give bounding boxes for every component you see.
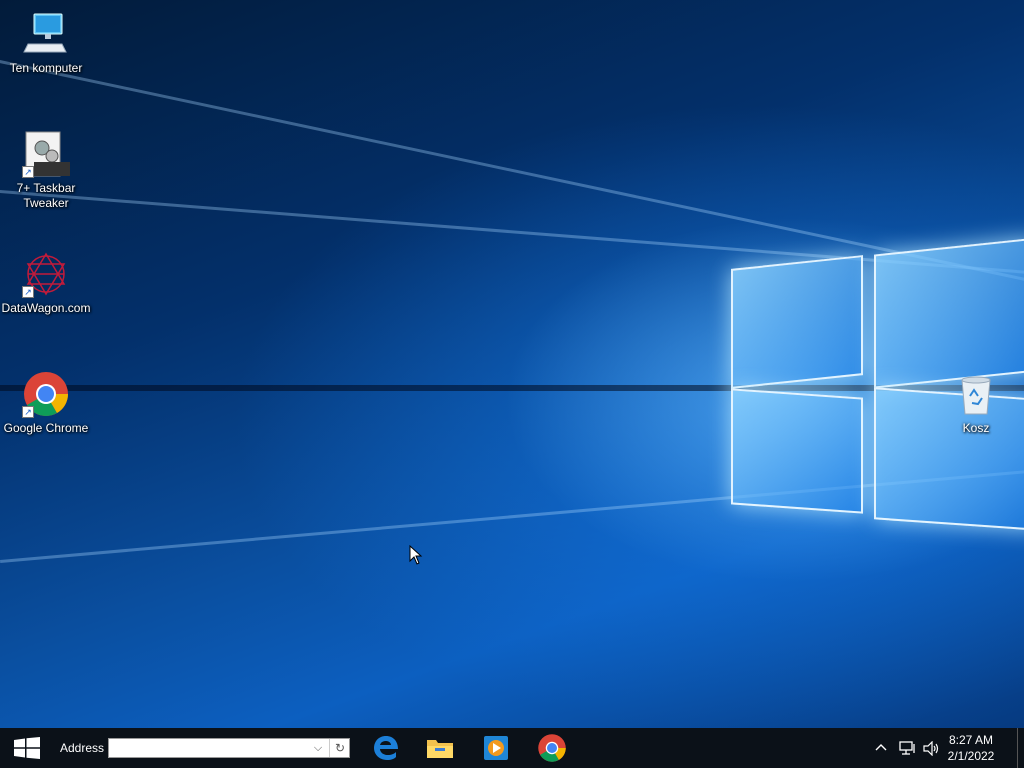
taskbar: Address ⌵ ↻ 8:27 AM 2/1/2022 <box>0 728 1024 768</box>
chevron-down-icon[interactable]: ⌵ <box>309 739 327 757</box>
media-player-icon <box>484 736 508 760</box>
computer-icon <box>22 10 70 58</box>
tray-network-button[interactable] <box>896 728 918 768</box>
file-explorer-icon <box>427 740 453 758</box>
start-button[interactable] <box>0 728 54 768</box>
shortcut-arrow-icon: ↗ <box>22 166 34 178</box>
chevron-up-icon <box>875 744 887 751</box>
network-icon <box>899 741 915 755</box>
wallpaper-logo-pane <box>874 237 1024 389</box>
wallpaper-logo-pane <box>731 255 863 389</box>
desktop-icon-google-chrome[interactable]: ↗ Google Chrome <box>0 370 92 436</box>
desktop-icon-this-pc[interactable]: Ten komputer <box>0 10 92 76</box>
desktop-icon-7-taskbar-tweaker[interactable]: ↗ 7+ Taskbar Tweaker <box>0 130 92 211</box>
mouse-cursor-icon <box>409 544 423 570</box>
shortcut-arrow-icon: ↗ <box>22 406 34 418</box>
clock-date: 2/1/2022 <box>947 749 995 763</box>
desktop-icon-label: Ten komputer <box>9 61 83 75</box>
shortcut-arrow-icon: ↗ <box>22 286 34 298</box>
windows-logo-icon <box>14 737 40 759</box>
edge-icon <box>374 736 398 760</box>
chrome-icon <box>538 734 566 762</box>
desktop-icon-label: Kosz <box>962 421 990 435</box>
taskbar-app-edge[interactable] <box>360 728 412 768</box>
wallpaper-beam <box>0 60 1024 303</box>
desktop-icon-label: DataWagon.com <box>1 301 91 315</box>
desktop-icon-datawagon[interactable]: ↗ DataWagon.com <box>0 250 92 316</box>
wallpaper-beam <box>0 385 1024 391</box>
wallpaper-logo-pane <box>731 388 863 514</box>
wallpaper-beam <box>0 464 1024 563</box>
desktop-icon-label: 7+ Taskbar Tweaker <box>16 181 76 210</box>
address-input[interactable] <box>109 739 315 757</box>
desktop-icon-recycle-bin[interactable]: Kosz <box>930 370 1022 436</box>
refresh-icon[interactable]: ↻ <box>329 739 350 757</box>
wallpaper-beam <box>0 190 1024 280</box>
chrome-icon: ↗ <box>22 370 70 418</box>
taskbar-tweaker-icon: ↗ <box>22 130 70 178</box>
taskbar-app-chrome[interactable] <box>526 728 578 768</box>
address-toolbar-label: Address <box>60 741 105 755</box>
desktop-wallpaper[interactable]: Ten komputer ↗ 7+ Taskbar Tweaker ↗ Data… <box>0 0 1024 728</box>
tray-overflow-chevron-up-icon[interactable] <box>872 728 890 768</box>
tray-clock[interactable]: 8:27 AM 2/1/2022 <box>936 728 1006 768</box>
taskbar-app-media-player[interactable] <box>470 728 522 768</box>
show-desktop-button[interactable] <box>1017 728 1024 768</box>
recycle-bin-icon <box>952 370 1000 418</box>
address-toolbar: ⌵ ↻ <box>108 738 350 758</box>
taskbar-app-file-explorer[interactable] <box>414 728 466 768</box>
datawagon-icon: ↗ <box>22 250 70 298</box>
clock-time: 8:27 AM <box>948 733 994 747</box>
desktop-icon-label: Google Chrome <box>3 421 89 435</box>
